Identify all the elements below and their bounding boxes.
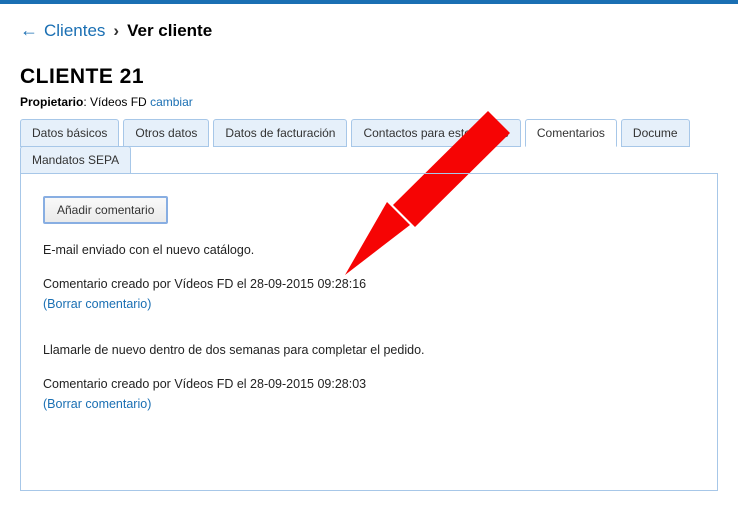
owner-line: Propietario: Vídeos FD cambiar [20,95,718,109]
owner-label: Propietario [20,95,83,109]
tab-otros-datos[interactable]: Otros datos [123,119,209,147]
delete-comment-link[interactable]: (Borrar comentario) [43,394,695,414]
tab-datos-basicos[interactable]: Datos básicos [20,119,119,147]
tab-mandatos-sepa[interactable]: Mandatos SEPA [20,146,131,174]
comment-item: E-mail enviado con el nuevo catálogo. Co… [43,240,695,314]
owner-change-link[interactable]: cambiar [150,95,193,109]
comment-meta: Comentario creado por Vídeos FD el 28-09… [43,374,695,394]
comment-text: Llamarle de nuevo dentro de dos semanas … [43,340,695,360]
page-title: CLIENTE 21 [20,65,718,89]
tabs-row-1: Datos básicos Otros datos Datos de factu… [20,119,718,147]
breadcrumb-current: Ver cliente [127,21,212,41]
tabs-row-2: Mandatos SEPA [20,146,718,174]
add-comment-button[interactable]: Añadir comentario [43,196,168,224]
comment-text: E-mail enviado con el nuevo catálogo. [43,240,695,260]
chevron-right-icon: › [113,21,119,41]
tab-comentarios[interactable]: Comentarios [525,119,617,147]
breadcrumb: ← Clientes › Ver cliente [20,20,718,41]
comment-item: Llamarle de nuevo dentro de dos semanas … [43,340,695,414]
breadcrumb-link-clientes[interactable]: Clientes [44,21,105,41]
tab-datos-facturacion[interactable]: Datos de facturación [213,119,347,147]
delete-comment-link[interactable]: (Borrar comentario) [43,294,695,314]
owner-name: Vídeos FD [90,95,147,109]
tab-contactos[interactable]: Contactos para este cliente [351,119,520,147]
comment-meta: Comentario creado por Vídeos FD el 28-09… [43,274,695,294]
back-arrow-icon[interactable]: ← [20,20,38,41]
tab-documentos[interactable]: Docume [621,119,690,147]
tab-panel-comentarios: Añadir comentario E-mail enviado con el … [20,173,718,491]
